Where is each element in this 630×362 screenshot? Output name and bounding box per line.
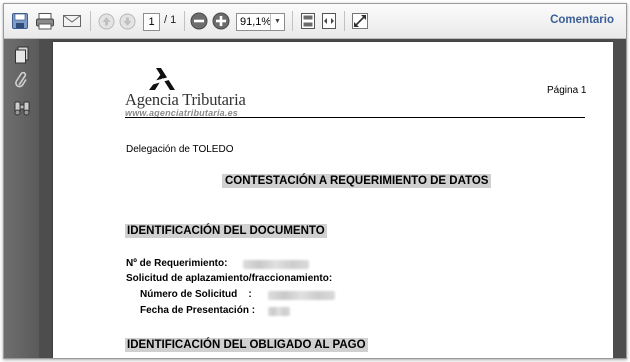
page-label: Página 1 bbox=[547, 85, 587, 96]
pages-icon[interactable] bbox=[13, 46, 31, 64]
redacted-requerimiento-value bbox=[243, 260, 309, 269]
page-number-input[interactable]: 1 bbox=[143, 13, 160, 31]
zoom-value: 91,1% bbox=[240, 16, 272, 28]
zoom-select[interactable]: 91,1% ▼ bbox=[236, 13, 285, 31]
toolbar-separator bbox=[90, 11, 91, 31]
toolbar-separator bbox=[344, 11, 345, 31]
header-divider bbox=[125, 117, 585, 118]
delegacion-text: Delegación de TOLEDO bbox=[126, 144, 234, 155]
toolbar-separator bbox=[292, 11, 293, 31]
save-icon[interactable] bbox=[10, 11, 30, 31]
fit-width-icon[interactable] bbox=[319, 11, 339, 31]
previous-page-icon[interactable] bbox=[96, 11, 116, 31]
numero-solicitud-label: Número de Solicitud : bbox=[140, 289, 252, 300]
requerimiento-label: Nº de Requerimiento: bbox=[126, 258, 228, 269]
attachment-icon[interactable] bbox=[13, 72, 31, 90]
solicitud-label: Solicitud de aplazamiento/fraccionamient… bbox=[126, 273, 333, 284]
zoom-out-icon[interactable] bbox=[189, 11, 209, 31]
next-page-icon[interactable] bbox=[117, 11, 137, 31]
redacted-fecha-value bbox=[268, 307, 290, 316]
fecha-presentacion-label: Fecha de Presentación : bbox=[140, 305, 256, 316]
pdf-page: Agencia Tributaria www.agenciatributaria… bbox=[53, 42, 613, 358]
fit-page-icon[interactable] bbox=[298, 11, 318, 31]
navigation-sidebar bbox=[4, 39, 39, 358]
toolbar-separator bbox=[184, 11, 185, 31]
logo-name: Agencia Tributaria bbox=[125, 90, 246, 109]
email-icon[interactable] bbox=[62, 11, 82, 31]
viewer-scroll-area[interactable] bbox=[613, 39, 626, 358]
section-title-documento: IDENTIFICACIÓN DEL DOCUMENTO bbox=[125, 224, 327, 238]
fullscreen-icon[interactable] bbox=[350, 11, 370, 31]
toolbar: 1 / 1 91,1% ▼ Comentario bbox=[4, 4, 626, 39]
print-icon[interactable] bbox=[35, 11, 55, 31]
section-title-obligado: IDENTIFICACIÓN DEL OBLIGADO AL PAGO bbox=[125, 338, 368, 352]
page-total: / 1 bbox=[164, 14, 177, 26]
search-binoculars-icon[interactable] bbox=[13, 99, 31, 117]
pdf-viewer-window: 1 / 1 91,1% ▼ Comentario Agencia Tributa… bbox=[3, 3, 627, 359]
redacted-numero-solicitud-value bbox=[268, 291, 335, 300]
zoom-in-icon[interactable] bbox=[211, 11, 231, 31]
comment-button[interactable]: Comentario bbox=[550, 14, 614, 26]
chevron-down-icon[interactable]: ▼ bbox=[270, 14, 284, 30]
document-viewer[interactable]: Agencia Tributaria www.agenciatributaria… bbox=[39, 39, 626, 358]
document-title: CONTESTACIÓN A REQUERIMIENTO DE DATOS bbox=[222, 174, 492, 188]
